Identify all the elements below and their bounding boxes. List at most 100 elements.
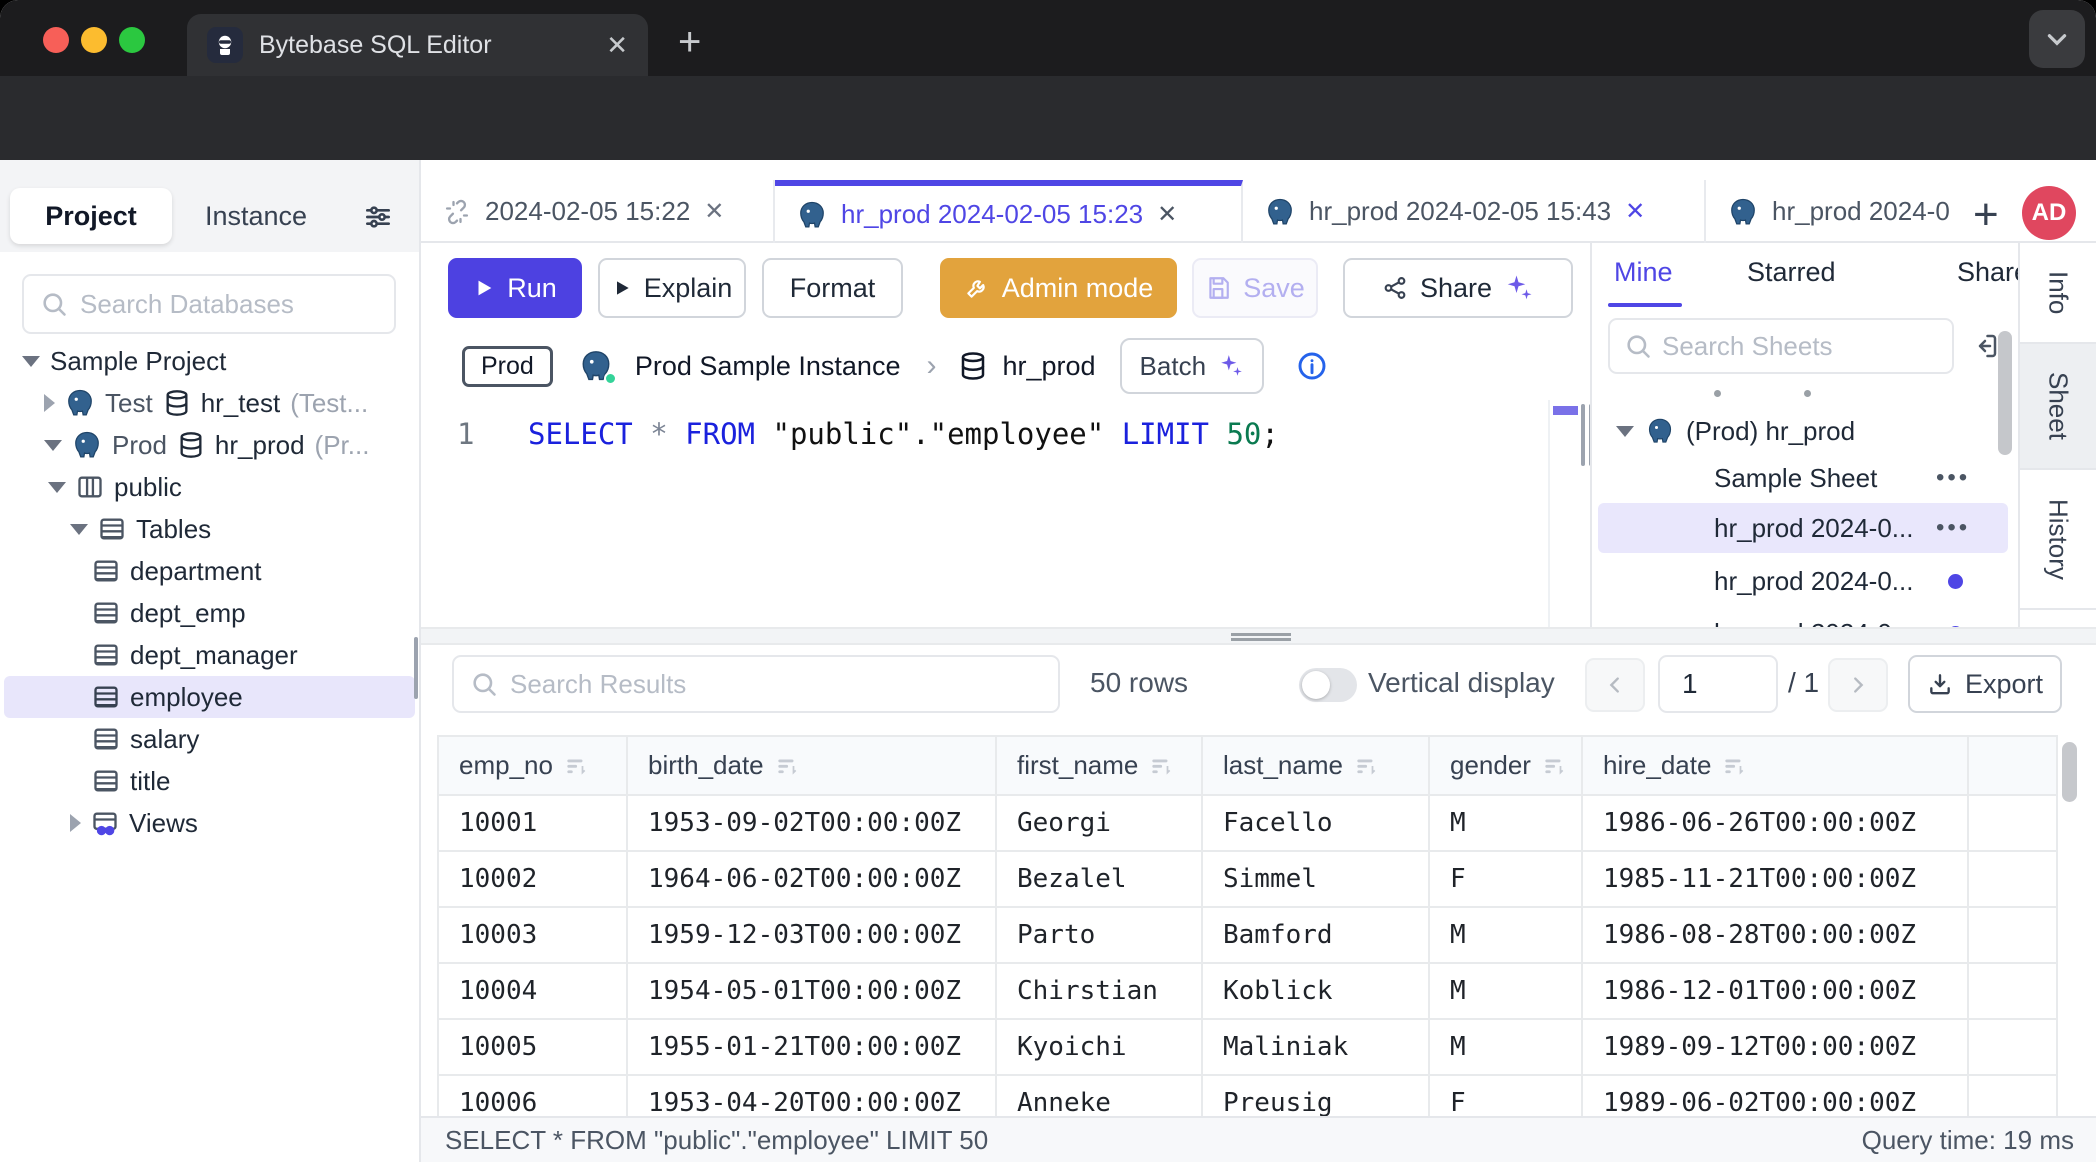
table-row[interactable]: 100011953-09-02T00:00:00ZGeorgiFacelloM1…	[439, 795, 2058, 851]
sort-filter-icon[interactable]	[1541, 753, 1567, 779]
tab-starred[interactable]: Starred	[1747, 257, 1836, 288]
sheets-scrollbar[interactable]	[1998, 331, 2012, 455]
browser-tab[interactable]: Bytebase SQL Editor ✕	[187, 14, 648, 76]
cell[interactable]: Chirstian	[996, 963, 1202, 1019]
close-tab-icon[interactable]: ✕	[1157, 200, 1177, 229]
cell[interactable]: 1953-04-20T00:00:00Z	[627, 1075, 996, 1116]
info-icon[interactable]	[1296, 350, 1328, 382]
cell[interactable]: Koblick	[1202, 963, 1429, 1019]
tab-search-chevron-icon[interactable]	[2029, 10, 2085, 68]
cell[interactable]: 1953-09-02T00:00:00Z	[627, 795, 996, 851]
cell[interactable]: Simmel	[1202, 851, 1429, 907]
cell[interactable]: Bamford	[1202, 907, 1429, 963]
rail-tab-info[interactable]: Info	[2020, 243, 2096, 344]
search-results-box[interactable]	[452, 655, 1060, 713]
sql-code-editor[interactable]: 1 SELECT * FROM "public"."employee" LIMI…	[421, 400, 1590, 627]
cell[interactable]: M	[1429, 1019, 1582, 1075]
column-header[interactable]: birth_date	[627, 737, 996, 795]
page-number-input[interactable]	[1660, 657, 1776, 711]
cell[interactable]: 1989-06-02T00:00:00Z	[1582, 1075, 1968, 1116]
column-header[interactable]: first_name	[996, 737, 1202, 795]
cell[interactable]: M	[1429, 795, 1582, 851]
sheet-item[interactable]: Sample Sheet •••	[1592, 455, 2018, 501]
sort-filter-icon[interactable]	[1353, 753, 1379, 779]
cell[interactable]: Kyoichi	[996, 1019, 1202, 1075]
admin-mode-button[interactable]: Admin mode	[940, 258, 1177, 318]
caret-down-icon[interactable]	[44, 440, 62, 451]
sheet-tab-4[interactable]: hr_prod 2024-0	[1706, 180, 1965, 243]
cell[interactable]: M	[1429, 963, 1582, 1019]
table-row-clipped[interactable]: 100061953-04-20T00:00:00ZAnnekePreusigF1…	[439, 1075, 2058, 1116]
window-minimize-button[interactable]	[81, 27, 107, 53]
cell[interactable]: 10002	[439, 851, 627, 907]
tree-item-prod-db[interactable]: Prod hr_prod (Pr...	[0, 424, 419, 466]
cell[interactable]: 1985-11-21T00:00:00Z	[1582, 851, 1968, 907]
cell[interactable]: Parto	[996, 907, 1202, 963]
tree-item-table-salary[interactable]: salary	[0, 718, 419, 760]
explain-button[interactable]: Explain	[598, 258, 746, 318]
ai-sparkles-icon[interactable]	[1504, 273, 1534, 303]
table-row[interactable]: 100031959-12-03T00:00:00ZPartoBamfordM19…	[439, 907, 2058, 963]
batch-button[interactable]: Batch	[1120, 338, 1265, 394]
table-row[interactable]: 100051955-01-21T00:00:00ZKyoichiMaliniak…	[439, 1019, 2058, 1075]
sheet-tab-2-active[interactable]: hr_prod 2024-02-05 15:23 ✕	[775, 180, 1243, 243]
cell[interactable]: 1964-06-02T00:00:00Z	[627, 851, 996, 907]
cell[interactable]: 1986-08-28T00:00:00Z	[1582, 907, 1968, 963]
cell[interactable]: Bezalel	[996, 851, 1202, 907]
run-button[interactable]: Run	[448, 258, 582, 318]
share-button[interactable]: Share	[1343, 258, 1573, 318]
cell[interactable]: F	[1429, 1075, 1582, 1116]
panel-resize-handle-horizontal[interactable]	[1231, 633, 1291, 641]
cell[interactable]: Preusig	[1202, 1075, 1429, 1116]
results-scrollbar[interactable]	[2062, 742, 2077, 802]
tree-item-tables[interactable]: Tables	[0, 508, 419, 550]
sort-filter-icon[interactable]	[1148, 753, 1174, 779]
editor-minimap[interactable]	[1548, 400, 1580, 627]
cell[interactable]: 1955-01-21T00:00:00Z	[627, 1019, 996, 1075]
caret-down-icon[interactable]	[48, 482, 66, 493]
prev-page-button[interactable]	[1585, 658, 1645, 712]
cell[interactable]: M	[1429, 907, 1582, 963]
tree-item-table-employee-selected[interactable]: employee	[4, 676, 415, 718]
cell[interactable]: Facello	[1202, 795, 1429, 851]
table-row[interactable]: 100021964-06-02T00:00:00ZBezalelSimmelF1…	[439, 851, 2058, 907]
format-button[interactable]: Format	[762, 258, 903, 318]
next-page-button[interactable]	[1828, 658, 1888, 712]
tree-item-table-dept-manager[interactable]: dept_manager	[0, 634, 419, 676]
cell[interactable]: 10004	[439, 963, 627, 1019]
cell[interactable]: 10001	[439, 795, 627, 851]
column-header[interactable]: gender	[1429, 737, 1582, 795]
sheet-item[interactable]: hr_prod 2024-0...	[1592, 558, 2018, 604]
caret-right-icon[interactable]	[44, 394, 55, 412]
cell[interactable]: 10006	[439, 1075, 627, 1116]
export-button[interactable]: Export	[1908, 655, 2062, 713]
cell[interactable]: 1986-12-01T00:00:00Z	[1582, 963, 1968, 1019]
tree-item-project[interactable]: Sample Project	[0, 340, 419, 382]
sheet-item-clipped[interactable]: hr_prod 2024-0	[1592, 610, 2018, 627]
cell[interactable]: 1989-09-12T00:00:00Z	[1582, 1019, 1968, 1075]
new-browser-tab-button[interactable]: +	[678, 22, 701, 62]
rail-tab-history[interactable]: History	[2020, 470, 2096, 610]
search-results-input[interactable]	[510, 669, 1042, 700]
database-name[interactable]: hr_prod	[1002, 351, 1095, 382]
tab-shared[interactable]: Shared w	[1957, 257, 2018, 288]
sort-filter-icon[interactable]	[774, 753, 800, 779]
cell[interactable]: Maliniak	[1202, 1019, 1429, 1075]
cell[interactable]: Georgi	[996, 795, 1202, 851]
tab-project[interactable]: Project	[10, 188, 172, 244]
cell[interactable]: F	[1429, 851, 1582, 907]
sort-filter-icon[interactable]	[1721, 753, 1747, 779]
search-sheets-box[interactable]	[1608, 318, 1954, 374]
user-avatar[interactable]: AD	[2022, 186, 2076, 240]
cell[interactable]: Anneke	[996, 1075, 1202, 1116]
column-header[interactable]: emp_no	[439, 737, 627, 795]
caret-down-icon[interactable]	[22, 356, 40, 367]
sort-filter-icon[interactable]	[563, 753, 589, 779]
tab-instance[interactable]: Instance	[196, 188, 316, 244]
vertical-display-toggle[interactable]	[1299, 668, 1357, 702]
tree-item-test-db[interactable]: Test hr_test (Test...	[0, 382, 419, 424]
window-close-button[interactable]	[43, 27, 69, 53]
search-databases-box[interactable]	[22, 274, 396, 334]
cell[interactable]: 1959-12-03T00:00:00Z	[627, 907, 996, 963]
tree-item-table-department[interactable]: department	[0, 550, 419, 592]
